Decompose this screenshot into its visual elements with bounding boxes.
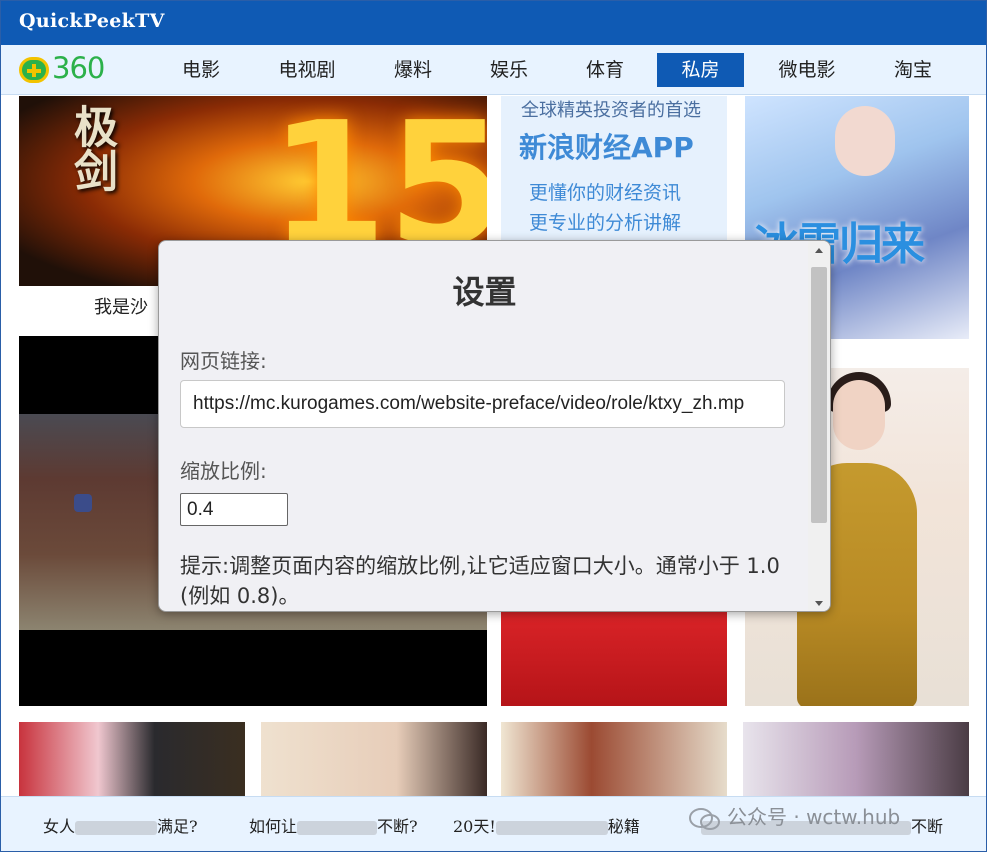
url-label: 网页链接:	[180, 349, 267, 373]
character-sprite	[74, 494, 92, 512]
scale-input[interactable]: 0.4	[180, 493, 288, 526]
headline-link[interactable]: 女人 满足?	[43, 813, 198, 837]
ad-line: 全球精英投资者的首选	[521, 100, 701, 121]
thumbnail-title-art: 极剑	[66, 104, 117, 192]
blurred-text	[297, 820, 378, 835]
360-circle-icon	[19, 57, 49, 83]
nav-item-tv[interactable]: 电视剧	[263, 53, 351, 87]
figure-image	[833, 380, 885, 450]
app-title: QuickPeekTV	[19, 10, 165, 32]
dialog-scrollbar[interactable]	[808, 241, 830, 611]
headline-text: 秘籍	[607, 817, 640, 836]
scroll-thumb[interactable]	[811, 267, 827, 523]
dialog-title: 设置	[452, 273, 517, 311]
nav-item-micro-film[interactable]: 微电影	[763, 53, 851, 87]
nav-item-movie[interactable]: 电影	[161, 53, 241, 87]
watermark-text: 公众号 · wctw.hub	[727, 805, 901, 829]
video-thumbnail[interactable]	[501, 722, 727, 796]
title-bar: QuickPeekTV	[1, 1, 986, 45]
video-caption[interactable]: 我是沙	[19, 289, 159, 327]
headline-text: 满足?	[157, 817, 198, 836]
ad-line: 更懂你的财经资讯	[529, 182, 682, 204]
blurred-text	[75, 820, 158, 835]
scale-label: 缩放比例:	[180, 459, 267, 483]
url-input[interactable]: https://mc.kurogames.com/website-preface…	[180, 380, 785, 428]
360-logo-icon[interactable]: 360	[19, 51, 129, 85]
logo-text: 360	[52, 51, 105, 85]
settings-dialog: 设置 网页链接: https://mc.kurogames.com/websit…	[158, 240, 831, 612]
ad-banner[interactable]: 全球精英投资者的首选 新浪财经APP 更懂你的财经资讯 更专业的分析讲解	[501, 96, 727, 246]
nav-item-sports[interactable]: 体育	[565, 53, 645, 87]
video-thumbnail[interactable]	[743, 722, 969, 796]
headline-text: 女人	[43, 817, 76, 836]
character-art	[835, 106, 895, 176]
watermark: 公众号 · wctw.hub	[689, 801, 979, 835]
video-thumbnail[interactable]	[19, 722, 245, 796]
video-thumbnail[interactable]	[501, 596, 727, 706]
ad-line: 更专业的分析讲解	[529, 212, 682, 234]
headline-text: 不断?	[377, 817, 418, 836]
nav-item-taobao[interactable]: 淘宝	[873, 53, 953, 87]
nav-item-private[interactable]: 私房	[657, 53, 744, 87]
wechat-icon	[689, 807, 720, 830]
headline-bar: 女人 满足? 如何让 不断? 20天! 秘籍 不断 公众号 · wctw.hub	[1, 796, 986, 851]
category-nav: 360 电影 电视剧 爆料 娱乐 体育 私房 微电影 淘宝	[1, 45, 986, 95]
nav-item-gossip[interactable]: 爆料	[373, 53, 453, 87]
video-thumbnail[interactable]	[261, 722, 487, 796]
scroll-down-icon[interactable]	[815, 601, 823, 606]
headline-text: 20天!	[453, 817, 496, 836]
headline-link[interactable]: 如何让 不断?	[249, 813, 418, 837]
app-window: QuickPeekTV 360 电影 电视剧 爆料 娱乐 体育 私房 微电影 淘…	[0, 0, 987, 852]
blurred-text	[495, 820, 608, 835]
scroll-up-icon[interactable]	[815, 248, 823, 253]
nav-item-entertainment[interactable]: 娱乐	[469, 53, 549, 87]
headline-link[interactable]: 20天! 秘籍	[453, 813, 640, 837]
hint-text: 提示:调整页面内容的缩放比例,让它适应窗口大小。通常小于 1.0 (例如 0.8…	[180, 554, 780, 608]
ad-headline: 新浪财经APP	[519, 131, 694, 164]
headline-text: 如何让	[249, 817, 298, 836]
